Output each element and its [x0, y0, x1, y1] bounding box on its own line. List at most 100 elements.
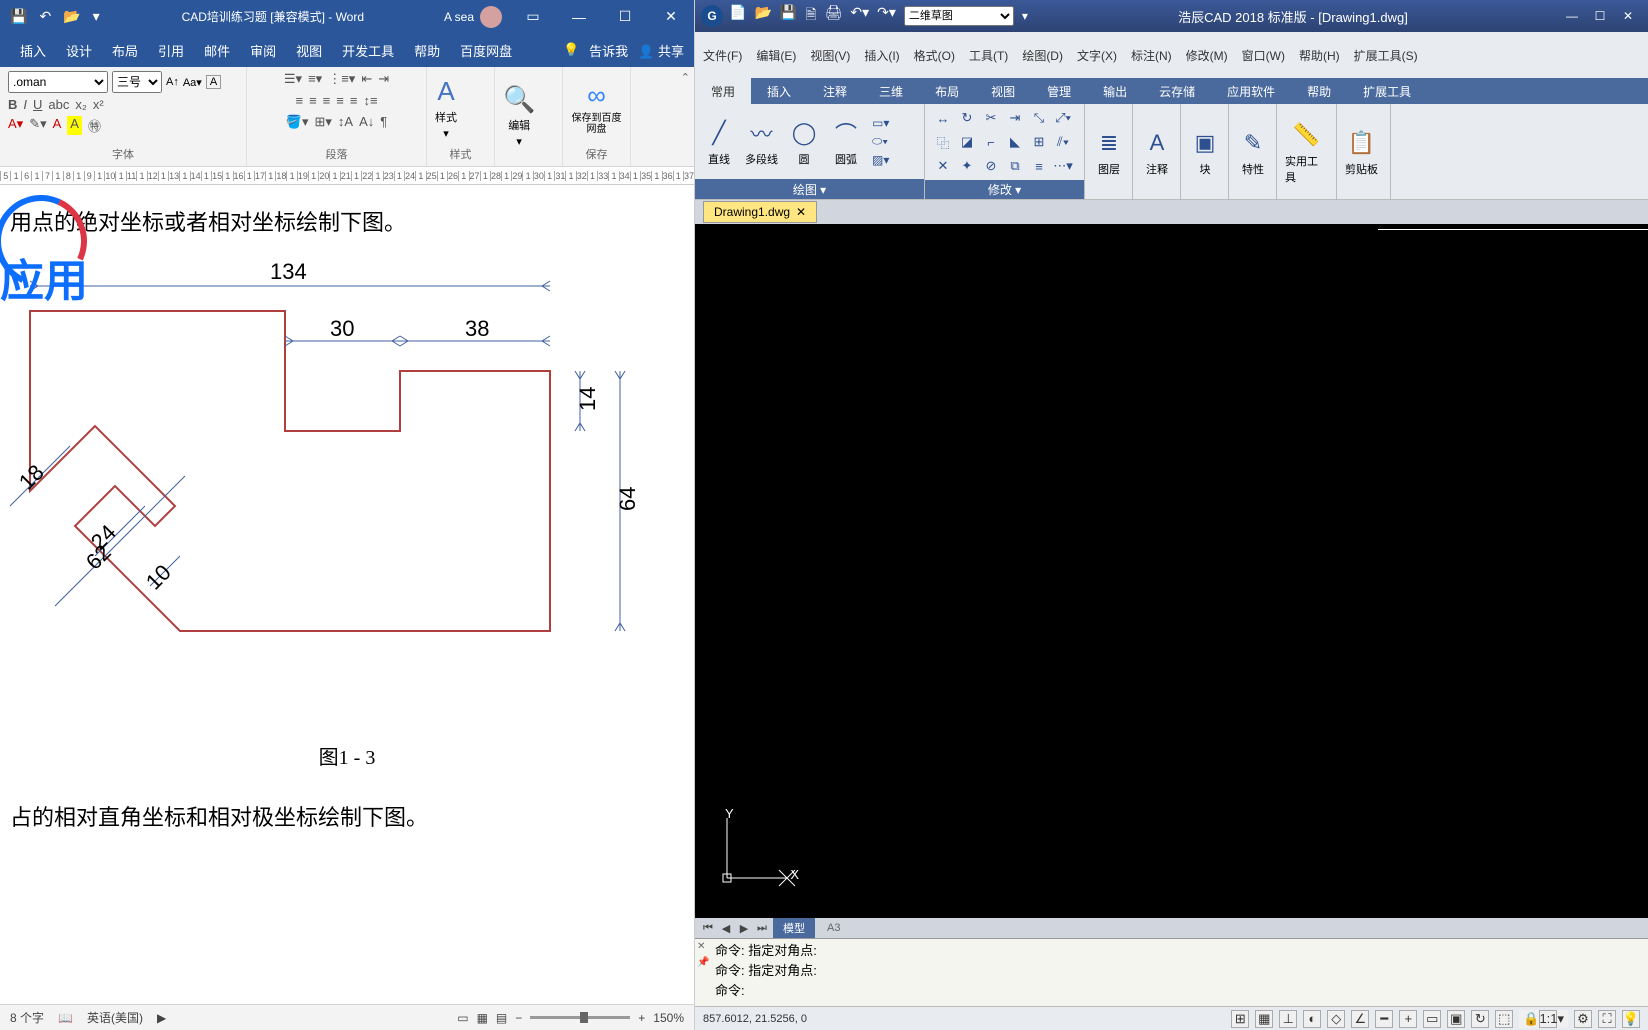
more-icon[interactable]: ⋯▾: [1053, 156, 1073, 176]
ellipse-icon[interactable]: ⬭▾: [872, 134, 889, 149]
pin-cmd-icon[interactable]: 📌: [697, 957, 709, 968]
word-user[interactable]: A sea: [436, 6, 510, 28]
avatar[interactable]: [480, 6, 502, 28]
maximize-icon[interactable]: ☐: [602, 0, 648, 33]
block-button[interactable]: ▣块: [1189, 127, 1221, 177]
show-marks-icon[interactable]: ¶: [380, 114, 387, 130]
clipboard-button[interactable]: 📋剪贴板: [1345, 127, 1378, 177]
chamfer-icon[interactable]: ◣: [1005, 132, 1025, 152]
styles-button[interactable]: A样式▾: [435, 76, 457, 140]
menu-draw[interactable]: 绘图(D): [1022, 47, 1063, 64]
indent-right-icon[interactable]: ⇥: [378, 71, 389, 87]
print-icon[interactable]: 🖨: [825, 4, 843, 28]
menu-file[interactable]: 文件(F): [703, 47, 742, 64]
fillet-icon[interactable]: ⌐: [981, 132, 1001, 152]
tab-baidu[interactable]: 百度网盘: [450, 33, 522, 67]
align-justify-icon[interactable]: ≡: [336, 93, 344, 108]
menu-view[interactable]: 视图(V): [810, 47, 850, 64]
rtab-manage[interactable]: 管理: [1031, 78, 1087, 104]
cmd-input[interactable]: 命令:: [701, 981, 1642, 1001]
tab-design[interactable]: 设计: [56, 33, 102, 67]
text-dir-icon[interactable]: ↕A: [338, 114, 353, 130]
lweight-icon[interactable]: ━: [1375, 1010, 1393, 1028]
menu-edit[interactable]: 编辑(E): [756, 47, 796, 64]
saveas-icon[interactable]: 🗎: [805, 4, 816, 28]
redo-icon[interactable]: ↷▾: [877, 4, 896, 28]
highlight-icon[interactable]: ✎▾: [29, 116, 46, 135]
superscript-icon[interactable]: x²: [93, 97, 104, 112]
rtab-cloud[interactable]: 云存储: [1143, 78, 1211, 104]
osnap-icon[interactable]: ◇: [1327, 1010, 1345, 1028]
web-layout-icon[interactable]: ▤: [496, 1011, 507, 1025]
align-left-icon[interactable]: ≡: [295, 93, 303, 108]
change-case-icon[interactable]: Aa▾: [183, 76, 202, 89]
font-color-icon[interactable]: A▾: [8, 116, 23, 135]
circle-button[interactable]: ◯圆: [788, 117, 820, 167]
read-mode-icon[interactable]: ▭: [457, 1011, 468, 1025]
menu-dimension[interactable]: 标注(N): [1131, 47, 1172, 64]
layer-button[interactable]: ≣图层: [1093, 127, 1125, 177]
align-right-icon[interactable]: ≡: [323, 93, 331, 108]
new-icon[interactable]: 📄: [729, 4, 746, 28]
menu-ext[interactable]: 扩展工具(S): [1354, 47, 1418, 64]
ortho-icon[interactable]: ⊥: [1279, 1010, 1297, 1028]
tab-help[interactable]: 帮助: [404, 33, 450, 67]
tab-next-icon[interactable]: ▶: [737, 922, 751, 935]
tab-prev-icon[interactable]: ◀: [719, 922, 733, 935]
grow-font-icon[interactable]: A↑: [166, 76, 179, 88]
coordinates[interactable]: 857.6012, 21.5256, 0: [703, 1013, 903, 1025]
cad-command-area[interactable]: ✕ 📌 命令: 指定对角点: 命令: 指定对角点: 命令:: [695, 938, 1648, 1006]
a3-tab[interactable]: A3: [819, 920, 848, 936]
rtab-3d[interactable]: 三维: [863, 78, 919, 104]
save-baidu-button[interactable]: ∞保存到百度网盘: [571, 80, 622, 135]
rtab-ext[interactable]: 扩展工具: [1347, 78, 1427, 104]
selection-icon[interactable]: ▭: [1423, 1010, 1441, 1028]
subscript-icon[interactable]: x₂: [75, 97, 87, 112]
rtab-apps[interactable]: 应用软件: [1211, 78, 1291, 104]
copy-icon[interactable]: ⿻: [933, 132, 953, 152]
spell-icon[interactable]: 📖: [58, 1011, 73, 1025]
rtab-insert[interactable]: 插入: [751, 78, 807, 104]
otrack-icon[interactable]: ∠: [1351, 1010, 1369, 1028]
undo-icon[interactable]: ↶: [39, 8, 51, 25]
array-icon[interactable]: ⊞: [1029, 132, 1049, 152]
rtab-layout[interactable]: 布局: [919, 78, 975, 104]
menu-format[interactable]: 格式(O): [914, 47, 955, 64]
sort-icon[interactable]: A↓: [359, 114, 374, 130]
tab-developer[interactable]: 开发工具: [332, 33, 404, 67]
extend-icon[interactable]: ⇥: [1005, 108, 1025, 128]
maximize-icon[interactable]: ☐: [1586, 9, 1614, 23]
menu-window[interactable]: 窗口(W): [1242, 47, 1285, 64]
tab-references[interactable]: 引用: [148, 33, 194, 67]
mirror-icon[interactable]: ◪: [957, 132, 977, 152]
indent-left-icon[interactable]: ⇤: [361, 71, 372, 87]
zoom-in-icon[interactable]: +: [638, 1011, 645, 1025]
borders-icon[interactable]: ⊞▾: [314, 114, 331, 130]
rotate-icon[interactable]: ↻: [957, 108, 977, 128]
undo-icon[interactable]: ↶▾: [850, 4, 869, 28]
tab-layout[interactable]: 布局: [102, 33, 148, 67]
drawing-tab[interactable]: Drawing1.dwg ✕: [703, 201, 817, 223]
hatch-icon[interactable]: ▨▾: [872, 153, 889, 167]
line-button[interactable]: ╱直线: [703, 117, 735, 167]
multilevel-icon[interactable]: ⋮≡▾: [328, 71, 355, 87]
cycle-icon[interactable]: ↻: [1471, 1010, 1489, 1028]
tell-me[interactable]: 告诉我: [589, 41, 628, 60]
zoom-out-icon[interactable]: −: [515, 1011, 522, 1025]
italic-icon[interactable]: I: [23, 97, 27, 112]
model-tab[interactable]: 模型: [773, 918, 815, 938]
edit-button[interactable]: 🔍编辑▾: [503, 84, 535, 148]
align-distrib-icon[interactable]: ≡: [350, 93, 358, 108]
fullscreen-icon[interactable]: ⛶: [1598, 1010, 1616, 1028]
workspace-select[interactable]: 二维草图: [904, 6, 1014, 26]
align-center-icon[interactable]: ≡: [309, 93, 317, 108]
zoom-level[interactable]: 150%: [653, 1011, 684, 1025]
grid-icon[interactable]: ⊞: [1231, 1010, 1249, 1028]
cad-logo-icon[interactable]: G: [701, 5, 723, 27]
collapse-ribbon-icon[interactable]: ⌃: [677, 67, 694, 166]
macro-icon[interactable]: ▶: [157, 1011, 166, 1025]
trim-icon[interactable]: ✂: [981, 108, 1001, 128]
cad-canvas[interactable]: Y X: [695, 224, 1648, 918]
tab-first-icon[interactable]: ⏮: [701, 922, 715, 935]
scale-display[interactable]: ⬚: [1495, 1010, 1513, 1028]
